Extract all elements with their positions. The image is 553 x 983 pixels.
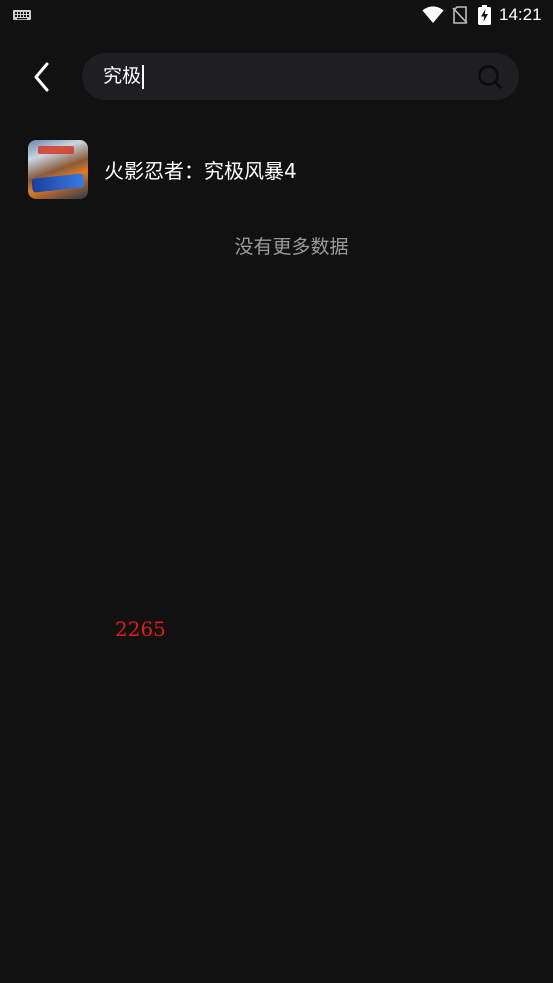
back-button[interactable] (22, 55, 62, 99)
search-result-item[interactable]: 火影忍者：究极风暴4 (28, 138, 528, 200)
status-time: 14:21 (499, 5, 542, 24)
no-more-data-text: 没有更多数据 (234, 236, 349, 258)
overlay-number: 2265 (115, 617, 166, 641)
status-bar: 14:21 (0, 0, 553, 30)
search-box[interactable]: 究极 (82, 53, 519, 100)
search-input-value: 究极 (103, 65, 142, 87)
text-caret (142, 64, 145, 89)
game-title: 火影忍者：究极风暴4 (104, 158, 297, 183)
no-sim-icon (452, 6, 468, 24)
game-thumbnail (28, 139, 88, 199)
search-results-screen: 14:21 究极 火影忍者：究极风暴4 没有更多数据 2265 (0, 0, 553, 983)
search-icon[interactable] (477, 64, 503, 90)
thumbnail-logo (31, 172, 85, 193)
search-input[interactable]: 究极 (103, 53, 463, 100)
thumbnail-detail (38, 145, 74, 154)
wifi-icon (422, 6, 444, 23)
keyboard-icon (13, 10, 31, 20)
battery-charging-icon (478, 5, 491, 25)
chevron-left-icon (34, 62, 49, 92)
